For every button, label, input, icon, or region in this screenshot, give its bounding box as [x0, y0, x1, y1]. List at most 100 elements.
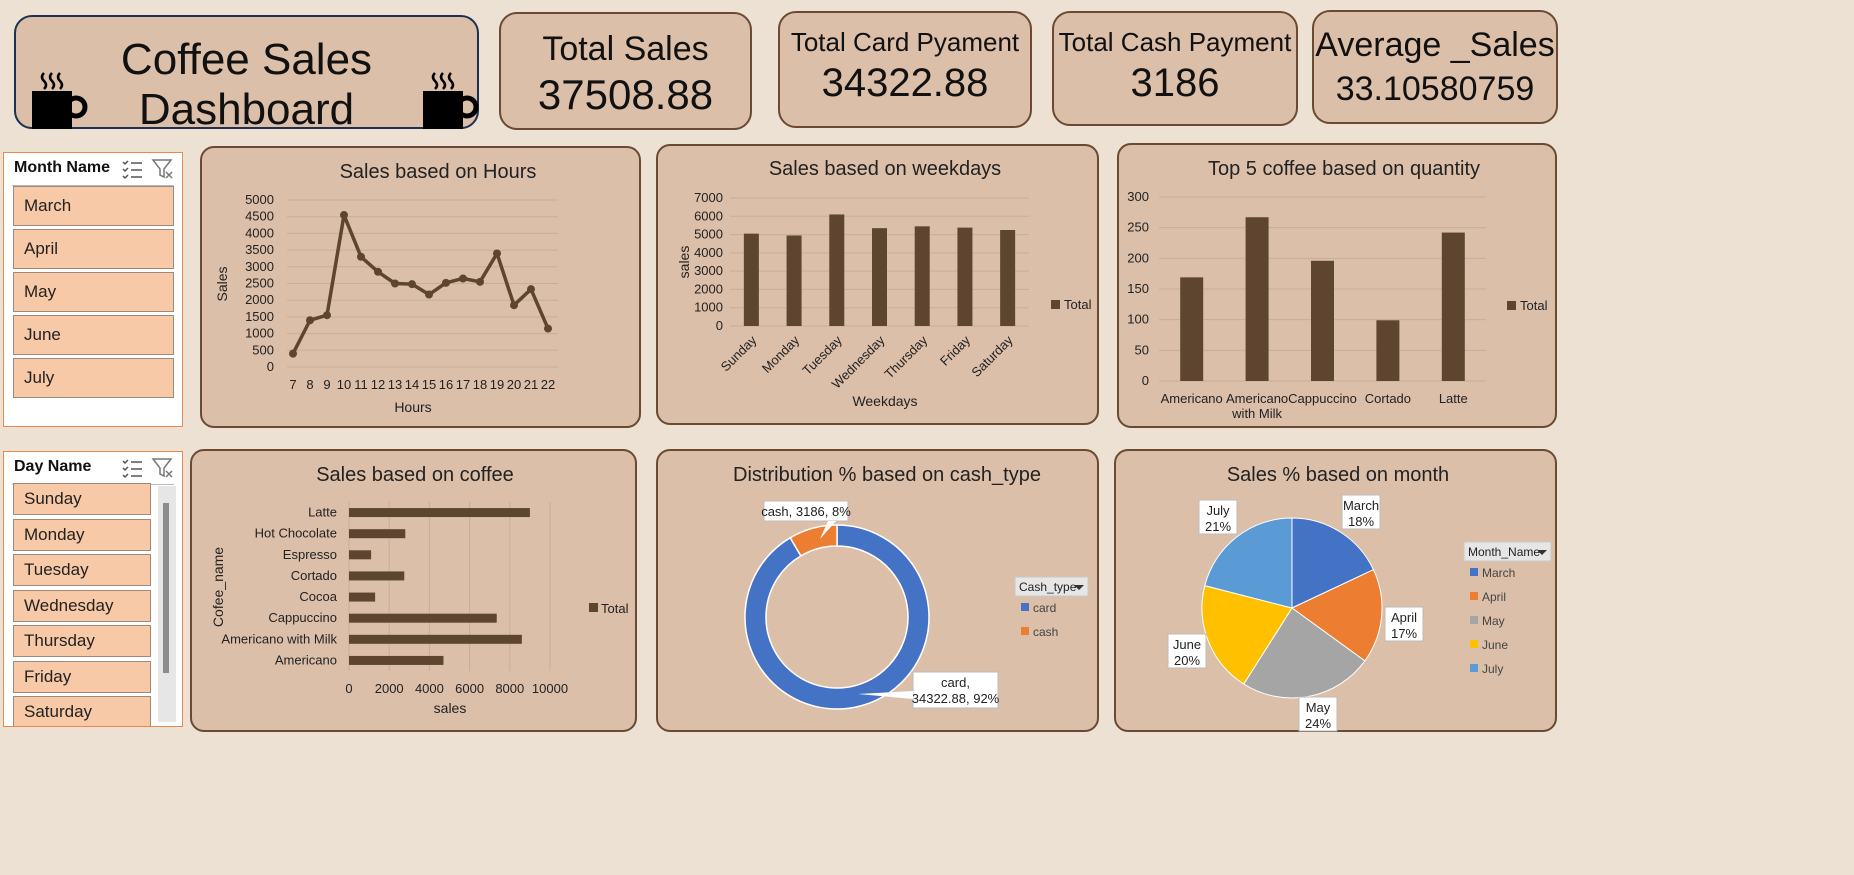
bar — [872, 228, 887, 326]
legend-label: card — [1033, 601, 1056, 615]
slicer-item-tuesday[interactable]: Tuesday — [13, 554, 151, 586]
slicer-item-wednesday[interactable]: Wednesday — [13, 589, 151, 622]
chart-sales-by-coffee: Sales based on coffee 0 2000 4000 6000 8000 10… — [190, 449, 637, 732]
legend-label: Total — [1520, 298, 1548, 313]
data-label: 18% — [1348, 514, 1374, 529]
kpi-value: 33.10580759 — [1335, 70, 1535, 108]
clear-filter-icon[interactable] — [151, 157, 175, 181]
x-tick-label: 11 — [354, 377, 368, 392]
data-point — [340, 211, 348, 220]
chart-cash-type-distribution: Distribution % based on cash_type cash, 3… — [656, 449, 1099, 732]
x-tick-label: 13 — [388, 377, 402, 392]
coffee-cup-icon — [423, 72, 479, 129]
y-tick-label: 1500 — [245, 309, 274, 324]
y-tick-label: 2500 — [245, 276, 274, 291]
bar — [349, 550, 372, 560]
x-tick-label: 14 — [405, 377, 419, 392]
kpi-cash-payment: Total Cash Payment 3186 — [1052, 11, 1298, 126]
data-point — [459, 274, 467, 283]
x-tick-label: 10 — [337, 377, 351, 392]
chart-title: Distribution % based on cash_type — [733, 464, 1041, 486]
legend-swatch — [1470, 664, 1478, 672]
data-point — [289, 349, 297, 358]
y-tick-label: 300 — [1127, 189, 1149, 204]
chart-top5-coffee: Top 5 coffee based on quantity 0 50 100 150 2… — [1117, 143, 1557, 428]
slicer-item-march[interactable]: March — [13, 186, 174, 226]
legend-swatch — [1470, 568, 1478, 576]
bar — [829, 214, 845, 326]
slicer-item-friday[interactable]: Friday — [13, 660, 151, 693]
legend-swatch — [1470, 592, 1478, 600]
y-tick-label: 4000 — [245, 225, 274, 240]
x-tick-label: 12 — [371, 377, 385, 392]
x-tick-label: 17 — [456, 377, 470, 392]
bar — [1376, 320, 1400, 381]
kpi-total-sales: Total Sales 37508.88 — [499, 12, 752, 130]
x-axis-label: sales — [434, 700, 467, 716]
y-tick-label: 0 — [1142, 373, 1149, 388]
x-tick-label: 4000 — [415, 681, 444, 696]
data-point — [391, 279, 399, 288]
slicer-header: Day Name — [14, 458, 92, 475]
y-tick-label: 7000 — [694, 190, 723, 205]
data-label: cash, 3186, 8% — [761, 504, 851, 519]
data-point — [374, 267, 382, 276]
slicer-item-saturday[interactable]: Saturday — [13, 696, 151, 726]
y-tick-label: 150 — [1127, 281, 1149, 296]
y-tick-label: 500 — [252, 342, 274, 357]
legend-label: July — [1482, 662, 1503, 676]
kpi-value: 34322.88 — [821, 61, 989, 105]
x-tick-label: Cortado — [1365, 391, 1411, 406]
y-tick-label: Americano with Milk — [221, 631, 337, 646]
clear-filter-icon[interactable] — [151, 456, 175, 480]
x-tick-label: 6000 — [455, 681, 484, 696]
title-card: Coffee Sales Dashboard — [14, 15, 479, 134]
y-tick-label: 100 — [1127, 312, 1149, 327]
y-tick-label: 1000 — [245, 326, 274, 341]
bar — [349, 529, 406, 539]
slicer-item-thursday[interactable]: Thursday — [13, 625, 151, 657]
slicer-item-july[interactable]: July — [13, 358, 174, 398]
data-label: 20% — [1174, 653, 1200, 668]
bar — [957, 227, 973, 326]
scrollbar-thumb[interactable] — [163, 503, 169, 673]
y-tick-label: 6000 — [694, 208, 723, 223]
multi-select-icon[interactable] — [120, 456, 144, 480]
slicer-item-june[interactable]: June — [13, 315, 174, 355]
data-point — [493, 249, 501, 258]
slicer-item-april[interactable]: April — [13, 229, 174, 269]
slicer-item-monday[interactable]: Monday — [13, 518, 151, 551]
bar — [1441, 232, 1465, 381]
y-tick-label: 0 — [267, 359, 274, 374]
data-label: June — [1173, 637, 1201, 652]
y-axis-label: Cofee_name — [210, 547, 226, 627]
data-point — [442, 278, 450, 287]
chart-sales-by-month: Sales % based on month March 18% April 17% Ma… — [1114, 449, 1557, 732]
x-tick-label: 8 — [306, 377, 313, 392]
x-tick-label: Latte — [1439, 391, 1468, 406]
kpi-label: Total Card Pyament — [790, 27, 1020, 57]
data-point — [544, 324, 552, 333]
legend-label: Total — [1064, 297, 1092, 312]
x-tick-label: Sunday — [718, 332, 760, 374]
x-tick-label: 21 — [524, 377, 538, 392]
slicer-item-may[interactable]: May — [13, 272, 174, 312]
multi-select-icon[interactable] — [120, 157, 144, 181]
legend-swatch — [1507, 301, 1516, 310]
chart-title: Sales % based on month — [1227, 464, 1449, 486]
data-label: March — [1343, 498, 1379, 513]
y-tick-label: Cocoa — [299, 589, 337, 604]
slicer-item-sunday[interactable]: Sunday — [13, 483, 151, 515]
y-tick-label: 200 — [1127, 250, 1149, 265]
slicer-header: Month Name — [14, 159, 110, 176]
x-tick-label: Thursday — [881, 332, 930, 381]
x-tick-label: 2000 — [375, 681, 404, 696]
legend-label: Total — [601, 601, 629, 616]
legend-swatch — [589, 603, 598, 612]
kpi-average-sales: Average _Sales 33.10580759 — [1312, 10, 1558, 124]
y-tick-label: 0 — [716, 318, 723, 333]
y-axis-label: Sales — [214, 266, 230, 301]
x-tick-label: with Milk — [1231, 406, 1282, 421]
x-tick-label: Friday — [937, 332, 973, 368]
data-label: 17% — [1391, 626, 1417, 641]
